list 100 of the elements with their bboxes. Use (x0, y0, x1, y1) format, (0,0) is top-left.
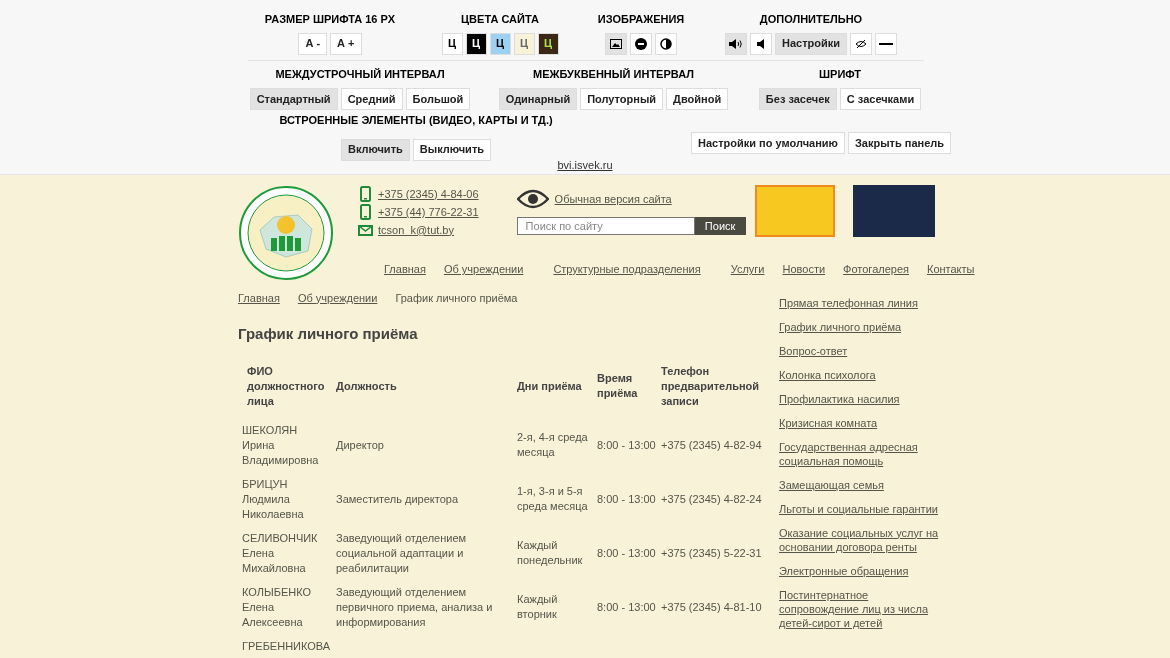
color-scheme-button[interactable]: Ц (537, 32, 559, 55)
table-cell-text: Каждый вторник (516, 592, 559, 622)
nav-link[interactable]: Новости (782, 261, 826, 278)
table-cell-text: 2-я, 4-я среда месяца (516, 430, 589, 460)
contrast-icon (660, 37, 672, 50)
email-link[interactable]: tcson_k@tut.by (378, 221, 454, 239)
phone-icon (360, 204, 371, 220)
option-button[interactable]: Выключить (412, 138, 492, 161)
icon-button[interactable] (605, 32, 627, 55)
mail-icon (358, 224, 373, 236)
site-link[interactable]: bvi.isvek.ru (557, 156, 613, 173)
nav-link[interactable]: Главная (384, 261, 426, 278)
icon-button[interactable] (850, 32, 872, 55)
table-cell-text: 8:00 - 13:00 (596, 599, 657, 615)
section-title: ЦВЕТА САЙТА (461, 12, 539, 27)
column-header: Телефон предварительной записи (660, 363, 761, 409)
sidebar-link[interactable]: Электронные обращения (779, 563, 939, 578)
section-title: ВСТРОЕННЫЕ ЭЛЕМЕНТЫ (ВИДЕО, КАРТЫ И ТД.) (279, 113, 553, 128)
sidebar-link[interactable]: Льготы и социальные гарантии (779, 501, 939, 516)
eye-slash-icon (855, 38, 867, 49)
table-cell-text: 8:00 - 13:00 (596, 437, 657, 453)
nav-link[interactable]: Структурные подразделения (553, 261, 701, 278)
given-name-text: Елена Алексеевна (242, 599, 304, 630)
section-title: ШРИФТ (819, 66, 861, 82)
surname-text: ГРЕБЕННИКОВА (242, 638, 328, 654)
option-button[interactable]: Стандартный (249, 88, 338, 110)
eye-icon (516, 189, 549, 209)
option-button[interactable]: Большой (405, 88, 471, 110)
given-name-text: Ирина Владимировна (242, 437, 320, 468)
option-button[interactable]: Средний (340, 88, 403, 110)
sidebar-link[interactable]: Колонка психолога (779, 367, 939, 382)
sidebar-link[interactable]: Прямая телефонная линия (779, 295, 939, 310)
nav-link[interactable]: Контакты (927, 261, 975, 278)
table-cell-text: Каждый понедельник (516, 538, 584, 568)
table-cell-text: Директор (335, 437, 385, 453)
table-cell-text: 1-я, 3-я и 5-я среда месяца (516, 484, 589, 514)
sidebar-link[interactable]: Постинтернатное сопровождение лиц из числа детей-сирот и детей (779, 587, 939, 630)
given-name-text: Елена Михайловна (242, 545, 307, 576)
normal-version-link[interactable]: Обычная версия сайта (554, 190, 672, 208)
column-header: Дни приёма (516, 378, 583, 394)
color-scheme-button[interactable]: Ц (513, 32, 535, 55)
icon-button[interactable] (875, 32, 897, 55)
phone-icon (360, 186, 371, 202)
option-button[interactable]: Одинарный (498, 88, 578, 110)
table-cell-text: Заведующий отделением первичного приема, анализа и информирования (335, 584, 494, 630)
speaker-icon (756, 38, 765, 49)
table-cell-text: 8:00 - 13:00 (596, 491, 657, 507)
color-scheme-button[interactable]: Ц (465, 32, 487, 55)
option-button[interactable]: Настройки (774, 32, 847, 55)
option-button[interactable]: Включить (340, 138, 410, 161)
table-cell-text: Заведующий отделением социальной адаптации и реабилитации (335, 530, 468, 576)
nav-link[interactable]: Фотогалерея (843, 261, 909, 278)
table-cell-text: +375 (2345) 5-22-31 (660, 545, 763, 561)
phone-link[interactable]: +375 (44) 776-22-31 (378, 203, 479, 221)
nav-link[interactable]: Услуги (730, 261, 765, 278)
sidebar-link[interactable]: Профилактика насилия (779, 391, 939, 406)
section-title: МЕЖБУКВЕННЫЙ ИНТЕРВАЛ (533, 66, 694, 82)
action-button[interactable]: Настройки по умолчанию (691, 132, 845, 154)
table-cell-text: +375 (2345) 4-81-10 (660, 599, 763, 615)
section-title: ДОПОЛНИТЕЛЬНО (759, 12, 863, 27)
table-cell-text: +375 (2345) 4-82-24 (660, 491, 763, 507)
search-button[interactable]: Поиск (694, 217, 746, 235)
column-header: Должность (335, 378, 398, 394)
color-scheme-button[interactable]: Ц (489, 32, 511, 55)
section-title: РАЗМЕР ШРИФТА 16 PX (264, 12, 396, 27)
option-button[interactable]: Двойной (666, 88, 729, 110)
given-name-text: Людмила Николаевна (242, 491, 305, 522)
breadcrumb-link[interactable]: Главная (238, 289, 280, 306)
breadcrumb-link[interactable]: Об учреждении (297, 289, 378, 306)
icon-button[interactable] (749, 32, 772, 55)
phone-link[interactable]: +375 (2345) 4-84-06 (378, 185, 479, 203)
column-header: Время приёма (596, 371, 639, 401)
sidebar-link[interactable]: График личного приёма (779, 319, 939, 334)
action-button[interactable]: Закрыть панель (847, 132, 952, 154)
search-field[interactable]: Поиск по сайту (516, 217, 695, 235)
section-title: ИЗОБРАЖЕНИЯ (597, 12, 685, 27)
icon-button[interactable] (724, 32, 747, 55)
option-button[interactable]: А - (298, 32, 328, 55)
sidebar-link[interactable]: Замещающая семья (779, 477, 939, 492)
surname-text: ШЕКОЛЯН (242, 422, 299, 438)
speaker-on-icon (728, 38, 743, 49)
sidebar-link[interactable]: Вопрос-ответ (779, 343, 939, 358)
surname-text: КОЛЫБЕНКО (242, 584, 312, 600)
nav-link[interactable]: Об учреждении (443, 261, 524, 278)
icon-button[interactable] (655, 32, 677, 55)
option-button[interactable]: Полуторный (580, 88, 664, 110)
sidebar-link[interactable]: Государственная адресная социальная помощь (779, 439, 939, 468)
option-button[interactable]: С засечками (839, 88, 922, 110)
breadcrumb-current: График личного приёма (395, 290, 518, 306)
image-icon (610, 38, 622, 49)
icon-button[interactable] (630, 32, 652, 55)
table-cell-text: +375 (2345) 4-82-94 (660, 437, 763, 453)
sidebar-link[interactable]: Кризисная комната (779, 415, 939, 430)
color-scheme-button[interactable]: Ц (441, 32, 463, 55)
minus-icon (879, 41, 893, 46)
option-button[interactable]: Без засечек (758, 88, 837, 110)
sidebar-link[interactable]: Оказание социальных услуг на основании договора ренты (779, 525, 939, 554)
column-header: ФИО должностного лица (246, 363, 326, 409)
option-button[interactable]: А + (330, 32, 362, 55)
surname-text: СЕЛИВОНЧИК (242, 530, 319, 546)
